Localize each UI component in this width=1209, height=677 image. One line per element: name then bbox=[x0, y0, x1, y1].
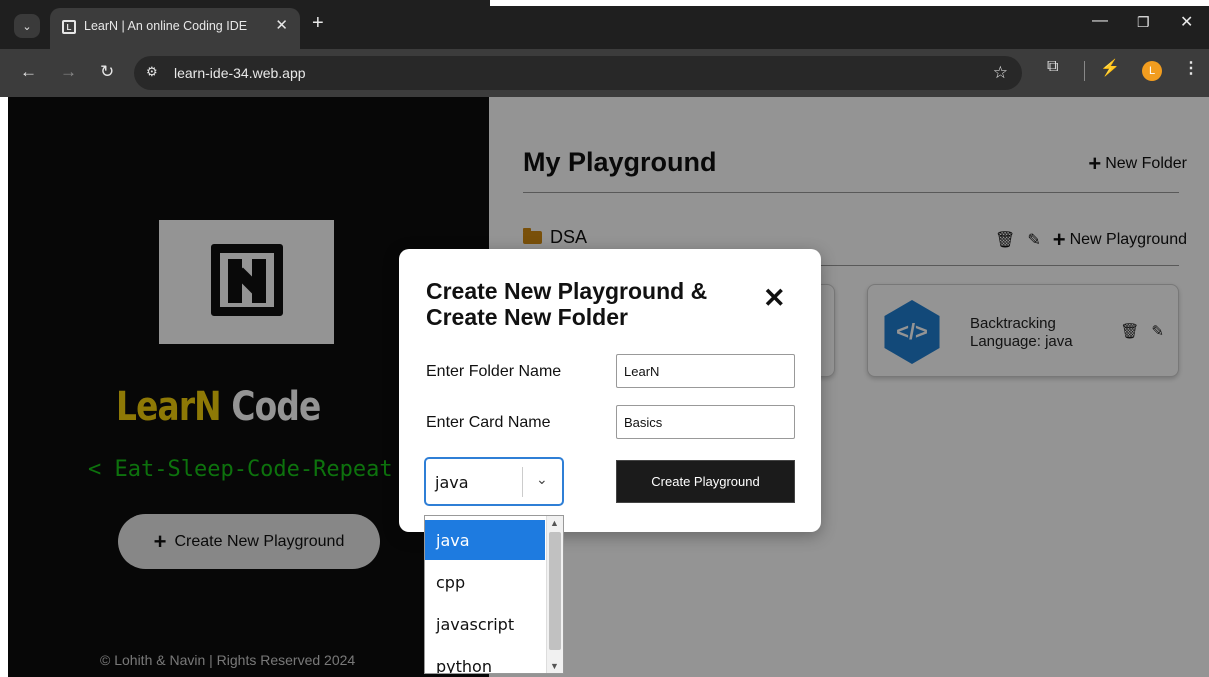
address-bar: ← → ↻ ⚙ learn-ide-34.web.app ☆ bbox=[0, 49, 1209, 97]
language-select-value: java bbox=[435, 473, 469, 492]
url-text[interactable]: learn-ide-34.web.app bbox=[174, 65, 306, 81]
reload-icon[interactable]: ↻ bbox=[100, 62, 114, 82]
dropdown-option[interactable]: javascript bbox=[425, 604, 545, 644]
create-playground-modal: Create New Playground & Create New Folde… bbox=[399, 249, 821, 532]
language-select[interactable]: java ⌄ bbox=[424, 457, 564, 506]
dropdown-option[interactable]: java bbox=[425, 520, 545, 560]
scrollbar-thumb[interactable] bbox=[549, 532, 561, 650]
close-window-icon[interactable]: ✕ bbox=[1180, 12, 1193, 32]
profile-avatar[interactable]: L bbox=[1142, 61, 1162, 81]
toolbar-divider bbox=[1084, 61, 1085, 81]
top-strip bbox=[490, 0, 1209, 6]
card-name-label: Enter Card Name bbox=[426, 414, 551, 431]
dropdown-option[interactable]: cpp bbox=[425, 562, 545, 602]
language-dropdown: java cpp javascript python ▲ ▼ bbox=[424, 515, 564, 674]
scroll-up-icon[interactable]: ▲ bbox=[550, 518, 559, 528]
restore-icon[interactable]: ❐ bbox=[1137, 14, 1150, 31]
card-name-input[interactable] bbox=[616, 405, 795, 439]
browser-tab[interactable]: L LearN | An online Coding IDE ✕ bbox=[50, 8, 300, 49]
chevron-down-icon[interactable]: ⌄ bbox=[536, 471, 548, 488]
bookmark-star-icon[interactable]: ☆ bbox=[993, 63, 1008, 83]
close-icon[interactable]: ✕ bbox=[763, 285, 786, 312]
folder-name-input[interactable] bbox=[616, 354, 795, 388]
modal-title: Create New Playground & Create New Folde… bbox=[426, 278, 708, 330]
site-info-icon[interactable]: ⚙ bbox=[146, 64, 158, 80]
url-field[interactable]: ⚙ learn-ide-34.web.app ☆ bbox=[134, 56, 1022, 90]
browser-tab-bar: ⌄ L LearN | An online Coding IDE ✕ + — ❐… bbox=[0, 0, 1209, 49]
favicon-icon: L bbox=[62, 20, 76, 34]
new-tab-button[interactable]: + bbox=[312, 12, 324, 35]
extensions-icon[interactable]: ⧉ bbox=[1047, 58, 1058, 76]
select-divider bbox=[522, 467, 523, 497]
folder-name-label: Enter Folder Name bbox=[426, 363, 562, 380]
minimize-icon[interactable]: — bbox=[1092, 12, 1108, 30]
tab-search-button[interactable]: ⌄ bbox=[14, 14, 40, 38]
forward-icon[interactable]: → bbox=[60, 62, 77, 82]
performance-icon[interactable]: ⚡ bbox=[1100, 58, 1120, 78]
create-playground-button[interactable]: Create Playground bbox=[616, 460, 795, 503]
menu-kebab-icon[interactable]: ⋮ bbox=[1183, 58, 1199, 78]
scroll-down-icon[interactable]: ▼ bbox=[550, 661, 559, 671]
back-icon[interactable]: ← bbox=[20, 62, 37, 82]
dropdown-scrollbar[interactable]: ▲ ▼ bbox=[546, 516, 563, 673]
tab-title: LearN | An online Coding IDE bbox=[84, 19, 248, 33]
tab-close-icon[interactable]: ✕ bbox=[275, 16, 288, 34]
dropdown-option[interactable]: python bbox=[425, 646, 545, 674]
